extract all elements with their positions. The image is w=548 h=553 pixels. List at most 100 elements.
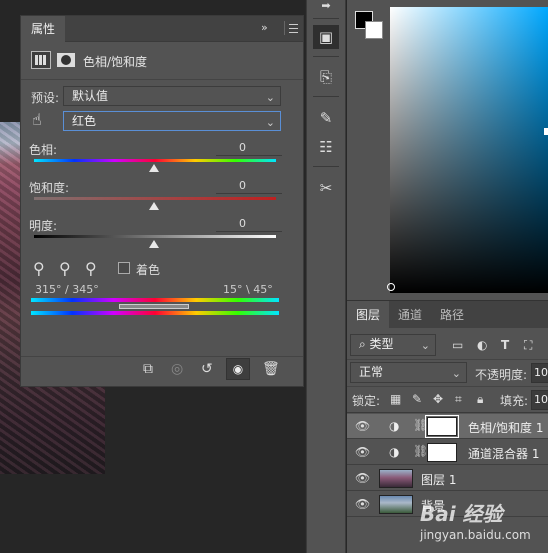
filter-adjustment-icon[interactable]: ◐ xyxy=(477,338,487,352)
layer-thumbnail xyxy=(379,469,413,488)
3d-cube-icon[interactable]: ▣ xyxy=(313,25,339,49)
divider xyxy=(347,386,548,387)
layers-tab-bar: 图层 通道 路径 xyxy=(347,300,548,329)
adjustments-icon[interactable]: ☷ xyxy=(313,135,339,159)
divider xyxy=(21,356,303,357)
opacity-label: 不透明度: xyxy=(475,368,528,382)
watermark-url: jingyan.baidu.com xyxy=(420,528,531,542)
layer-mask-thumbnail[interactable] xyxy=(425,415,459,438)
hand-scrub-icon[interactable]: ☝ xyxy=(32,110,42,129)
fill-input[interactable]: 100 xyxy=(531,390,548,410)
preset-dropdown[interactable]: 默认值 ⌄ xyxy=(63,86,281,106)
hue-slider-track[interactable] xyxy=(34,159,276,162)
lock-position-icon[interactable]: ✥ xyxy=(433,392,443,406)
divider xyxy=(313,96,339,97)
color-picker-cursor[interactable] xyxy=(387,283,395,291)
chevron-down-icon: ⌄ xyxy=(451,367,461,380)
color-range-bottom-bar xyxy=(31,311,279,315)
chevron-down-icon: ⌄ xyxy=(420,339,430,352)
tab-channels[interactable]: 通道 xyxy=(389,301,431,329)
chevron-down-icon: ⌄ xyxy=(265,116,275,129)
layer-name: 通道混合器 1 xyxy=(468,447,540,461)
visibility-icon[interactable]: 👁︎ xyxy=(355,497,370,511)
view-previous-icon[interactable]: ◎ xyxy=(171,361,183,377)
adjustment-title: 色相/饱和度 xyxy=(83,55,148,69)
divider xyxy=(216,155,282,156)
background-swatch[interactable] xyxy=(365,21,383,39)
visibility-icon[interactable]: 👁︎ xyxy=(355,471,370,485)
filter-type-icon[interactable]: T xyxy=(501,338,509,352)
colorize-label: 着色 xyxy=(136,263,161,277)
adjustment-layer-icon[interactable] xyxy=(31,51,51,69)
saturation-label: 饱和度: xyxy=(29,181,70,195)
eyedropper-minus-icon[interactable]: ⚲ xyxy=(85,259,97,278)
hue-indicator[interactable] xyxy=(544,128,548,135)
dock-arrow-icon[interactable]: ➡ xyxy=(313,0,339,18)
layer-mask-icon[interactable] xyxy=(57,53,75,67)
link-icon[interactable]: ⛓ xyxy=(413,444,428,458)
layer-filter-dropdown[interactable]: ⌕ 类型 ⌄ xyxy=(350,334,436,356)
chevron-down-icon: ⌄ xyxy=(265,91,275,104)
divider xyxy=(347,359,548,360)
divider xyxy=(216,231,282,232)
link-icon[interactable]: ⛓ xyxy=(413,418,428,432)
lock-transparent-icon[interactable]: ▦ xyxy=(390,392,401,406)
adjustment-layer-icon: ◑ xyxy=(389,445,400,459)
panel-dock-column: ➡ ▣ ⎘ ✎ ☷ ✂ xyxy=(306,0,346,553)
properties-panel: 属性 » 色相/饱和度 预设: 默认值 ⌄ ☝ 红色 ⌄ 色相: 0 饱和度: … xyxy=(20,15,304,387)
saturation-value[interactable]: 0 xyxy=(206,179,246,192)
lock-pixels-icon[interactable]: ✎ xyxy=(412,392,422,406)
collapse-panel-icon[interactable]: » xyxy=(261,21,268,34)
fill-label: 填充: xyxy=(500,394,529,408)
tools-icon[interactable]: ✂ xyxy=(313,176,339,200)
visibility-icon[interactable]: ◉ xyxy=(226,358,250,380)
hue-slider-handle[interactable] xyxy=(149,164,159,172)
color-range-top-bar xyxy=(31,298,279,302)
saturation-slider-handle[interactable] xyxy=(149,202,159,210)
tab-layers[interactable]: 图层 xyxy=(347,301,390,329)
filter-value: 类型 xyxy=(369,337,394,351)
range-left-text: 315° / 345° xyxy=(35,283,99,296)
divider xyxy=(313,18,339,19)
tab-paths[interactable]: 路径 xyxy=(431,301,473,329)
clip-to-layer-icon[interactable]: ⧉ xyxy=(143,361,153,377)
reset-icon[interactable]: ↺ xyxy=(201,361,213,377)
lock-label: 锁定: xyxy=(352,394,381,408)
lightness-label: 明度: xyxy=(29,219,58,233)
filter-shape-icon[interactable]: ⛶ xyxy=(524,338,532,353)
tab-properties[interactable]: 属性 xyxy=(21,16,66,42)
clone-source-icon[interactable]: ⎘ xyxy=(313,65,339,89)
colorize-checkbox[interactable] xyxy=(118,262,130,274)
blend-mode-value: 正常 xyxy=(359,365,384,379)
lock-all-icon[interactable]: 🔒︎ xyxy=(477,392,483,407)
lock-artboard-icon[interactable]: ⌗ xyxy=(455,392,462,407)
saturation-slider-track[interactable] xyxy=(34,197,276,200)
channel-value: 红色 xyxy=(72,114,97,128)
opacity-input[interactable]: 100 xyxy=(531,363,548,383)
trash-icon[interactable]: 🗑 xyxy=(262,361,280,377)
lightness-slider-track[interactable] xyxy=(34,235,276,238)
layer-row[interactable]: 👁︎ 图层 1 xyxy=(347,466,548,491)
blend-mode-dropdown[interactable]: 正常 ⌄ xyxy=(350,362,467,383)
hue-value[interactable]: 0 xyxy=(206,141,246,154)
lightness-slider-handle[interactable] xyxy=(149,240,159,248)
layer-thumbnail xyxy=(379,495,413,514)
divider xyxy=(313,166,339,167)
layer-mask-thumbnail[interactable] xyxy=(427,443,457,462)
range-right-text: 15° \ 45° xyxy=(223,283,273,296)
eyedropper-icon[interactable]: ⚲ xyxy=(33,259,45,278)
layer-row[interactable]: 👁︎ ◑ ⛓ 通道混合器 1 xyxy=(347,440,548,465)
channel-dropdown[interactable]: 红色 ⌄ xyxy=(63,111,281,131)
divider xyxy=(313,56,339,57)
visibility-icon[interactable]: 👁︎ xyxy=(355,445,370,459)
preset-value: 默认值 xyxy=(72,89,109,103)
color-picker-field[interactable] xyxy=(390,7,548,293)
layer-row[interactable]: 👁︎ ◑ ⛓ 色相/饱和度 1 xyxy=(347,414,548,439)
lightness-value[interactable]: 0 xyxy=(206,217,246,230)
filter-pixel-icon[interactable]: ▭ xyxy=(452,338,463,352)
color-range-slider[interactable] xyxy=(119,304,189,309)
brush-icon[interactable]: ✎ xyxy=(313,106,339,130)
panel-menu-icon[interactable] xyxy=(284,21,298,35)
visibility-icon[interactable]: 👁︎ xyxy=(355,419,370,433)
eyedropper-plus-icon[interactable]: ⚲ xyxy=(59,259,71,278)
